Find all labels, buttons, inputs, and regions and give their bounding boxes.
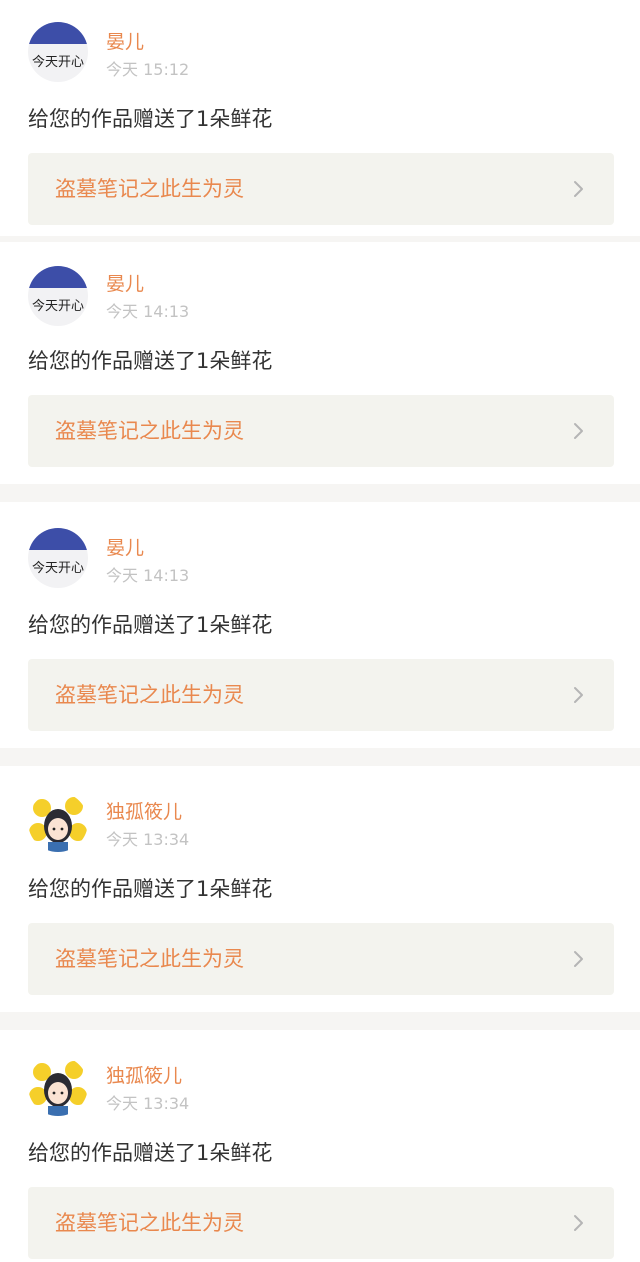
notification-card: 今天开心 晏儿 今天 14:13 给您的作品赠送了1朵鲜花 盗墓笔记之此生为灵 <box>0 502 640 748</box>
chevron-right-icon <box>568 1213 588 1233</box>
timestamp: 今天 14:13 <box>106 566 190 585</box>
work-title: 盗墓笔记之此生为灵 <box>55 1211 244 1235</box>
username[interactable]: 独孤筱儿 <box>106 1064 182 1088</box>
avatar-text: 今天开心 <box>32 298 84 314</box>
chevron-right-icon <box>568 685 588 705</box>
notification-message: 给您的作品赠送了1朵鲜花 <box>28 1141 273 1165</box>
timestamp: 今天 15:12 <box>106 60 190 79</box>
notification-message: 给您的作品赠送了1朵鲜花 <box>28 107 273 131</box>
text-avatar-icon[interactable]: 今天开心 <box>28 22 88 82</box>
work-title: 盗墓笔记之此生为灵 <box>55 947 244 971</box>
work-title: 盗墓笔记之此生为灵 <box>55 419 244 443</box>
text-avatar-icon[interactable]: 今天开心 <box>28 266 88 326</box>
work-title: 盗墓笔记之此生为灵 <box>55 177 244 201</box>
work-link-button[interactable]: 盗墓笔记之此生为灵 <box>28 659 614 731</box>
notification-message: 给您的作品赠送了1朵鲜花 <box>28 613 273 637</box>
notification-card: 今天开心 晏儿 今天 14:13 给您的作品赠送了1朵鲜花 盗墓笔记之此生为灵 <box>0 242 640 484</box>
chevron-right-icon <box>568 949 588 969</box>
avatar-text: 今天开心 <box>32 54 84 70</box>
username[interactable]: 晏儿 <box>106 272 144 296</box>
notification-message: 给您的作品赠送了1朵鲜花 <box>28 877 273 901</box>
notification-feed: 今天开心 晏儿 今天 15:12 给您的作品赠送了1朵鲜花 盗墓笔记之此生为灵 … <box>0 0 640 1262</box>
username[interactable]: 晏儿 <box>106 30 144 54</box>
work-link-button[interactable]: 盗墓笔记之此生为灵 <box>28 1187 614 1259</box>
work-link-button[interactable]: 盗墓笔记之此生为灵 <box>28 923 614 995</box>
notification-message: 给您的作品赠送了1朵鲜花 <box>28 349 273 373</box>
chevron-right-icon <box>568 179 588 199</box>
work-title: 盗墓笔记之此生为灵 <box>55 683 244 707</box>
work-link-button[interactable]: 盗墓笔记之此生为灵 <box>28 153 614 225</box>
chevron-right-icon <box>568 421 588 441</box>
timestamp: 今天 14:13 <box>106 302 190 321</box>
timestamp: 今天 13:34 <box>106 1094 190 1113</box>
notification-card: 今天开心 晏儿 今天 15:12 给您的作品赠送了1朵鲜花 盗墓笔记之此生为灵 <box>0 0 640 236</box>
notification-card: 独孤筱儿 今天 13:34 给您的作品赠送了1朵鲜花 盗墓笔记之此生为灵 <box>0 766 640 1012</box>
username[interactable]: 独孤筱儿 <box>106 800 182 824</box>
work-link-button[interactable]: 盗墓笔记之此生为灵 <box>28 395 614 467</box>
avatar-text: 今天开心 <box>32 560 84 576</box>
username[interactable]: 晏儿 <box>106 536 144 560</box>
timestamp: 今天 13:34 <box>106 830 190 849</box>
cartoon-girl-avatar-icon[interactable] <box>28 792 88 852</box>
text-avatar-icon[interactable]: 今天开心 <box>28 528 88 588</box>
cartoon-girl-avatar-icon[interactable] <box>28 1056 88 1116</box>
notification-card: 独孤筱儿 今天 13:34 给您的作品赠送了1朵鲜花 盗墓笔记之此生为灵 <box>0 1030 640 1262</box>
